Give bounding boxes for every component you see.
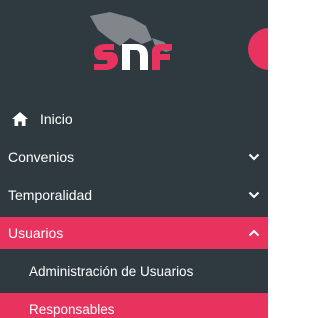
chevron-up-icon (248, 229, 260, 237)
user-avatar[interactable] (248, 28, 268, 70)
sidebar-item-label: Usuarios (8, 225, 64, 241)
home-icon (12, 112, 28, 126)
sidebar-subitem-label: Administración de Usuarios (29, 263, 194, 279)
sidebar-subitem-responsables[interactable]: Responsables (0, 293, 268, 318)
sidebar-item-usuarios[interactable]: Usuarios (0, 217, 268, 249)
sidebar-subitem-label: Responsables (29, 301, 115, 317)
sidebar-item-convenios[interactable]: Convenios (0, 141, 268, 173)
sidebar-subitem-administracion[interactable]: Administración de Usuarios (0, 255, 268, 287)
logo-area (0, 0, 268, 92)
sidebar: Inicio Convenios Temporalidad Usuarios A… (0, 0, 268, 318)
snf-logo-icon (90, 12, 172, 70)
sidebar-item-label: Temporalidad (8, 187, 93, 203)
sidebar-item-inicio[interactable]: Inicio (0, 103, 268, 135)
sidebar-item-label: Convenios (8, 149, 75, 165)
chevron-down-icon (248, 191, 260, 199)
sidebar-menu: Inicio Convenios Temporalidad Usuarios A… (0, 103, 268, 318)
sidebar-item-label: Inicio (40, 111, 73, 127)
sidebar-item-temporalidad[interactable]: Temporalidad (0, 179, 268, 211)
chevron-down-icon (248, 153, 260, 161)
